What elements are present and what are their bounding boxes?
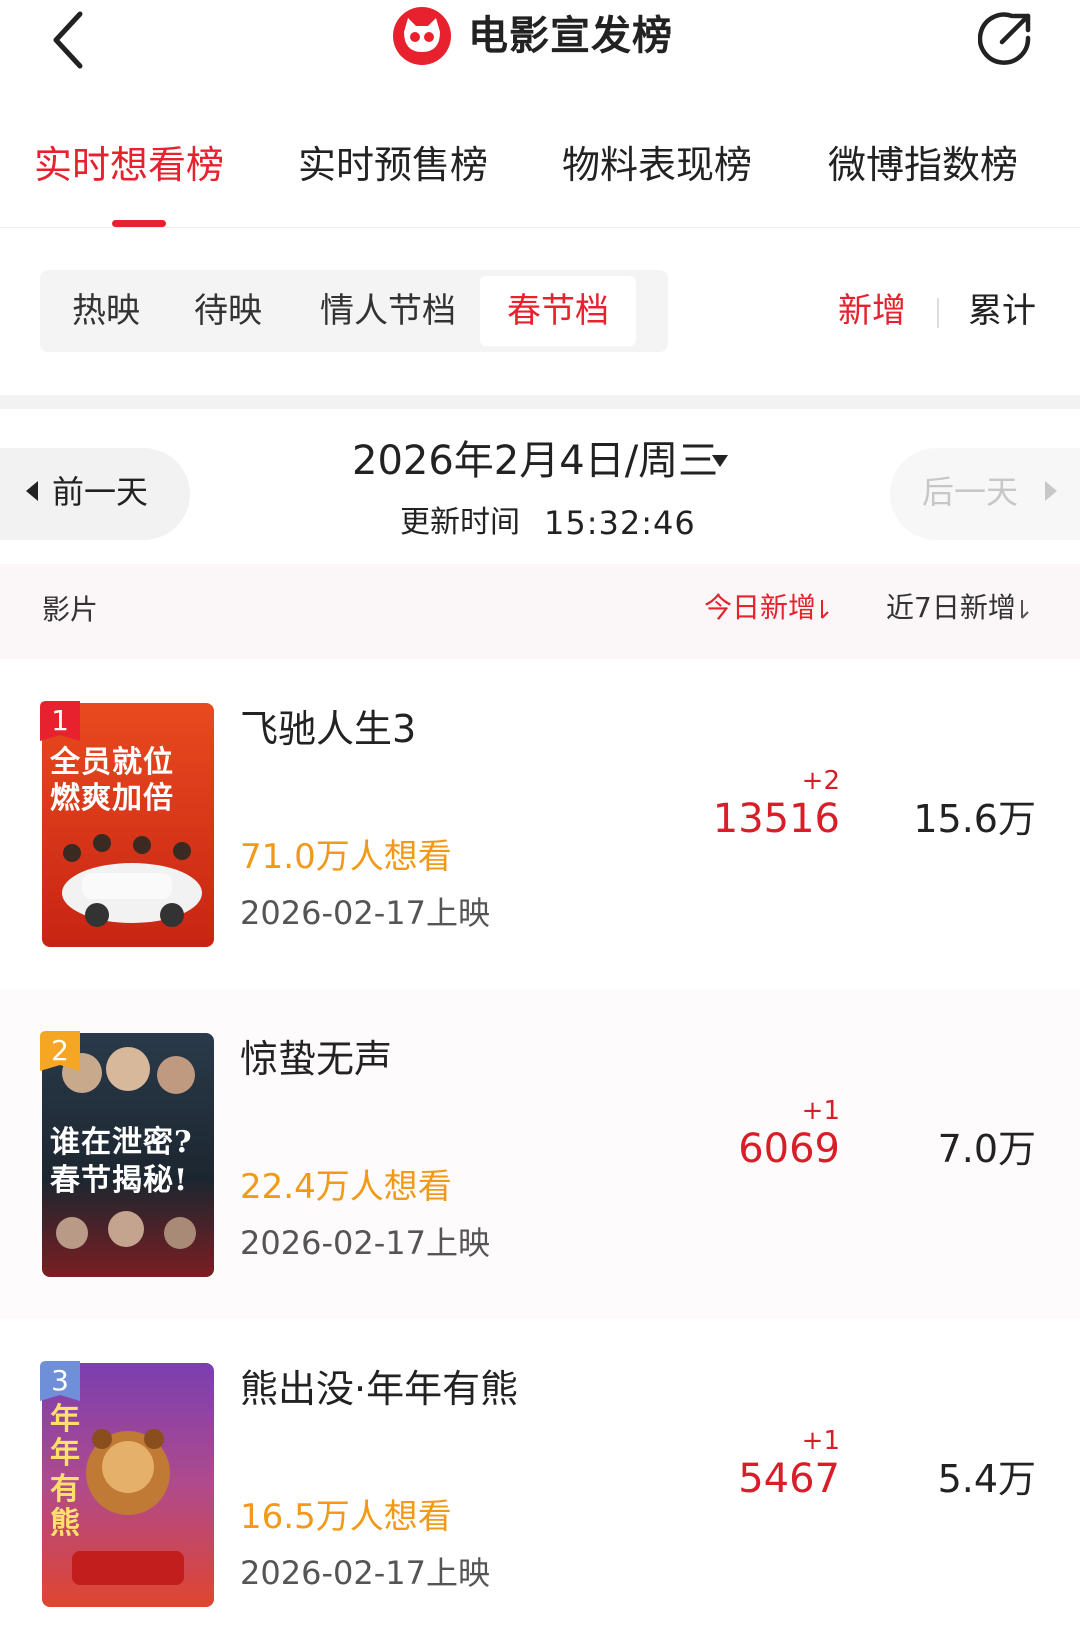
share-icon[interactable]	[978, 8, 1036, 66]
triangle-left-icon	[26, 481, 38, 501]
movie-row[interactable]: 年年 有熊 3 熊出没·年年有熊 16.5万人想看 2026-02-17上映 +…	[0, 1319, 1080, 1649]
tab-material-performance[interactable]: 物料表现榜	[562, 140, 752, 190]
today-new-value: 5467	[738, 1456, 840, 1502]
period-segmented-control: 热映 待映 情人节档 春节档	[40, 270, 668, 352]
rank-number: 3	[51, 1364, 69, 1397]
release-date: 2026-02-17上映	[240, 1224, 490, 1262]
toggle-cumulative[interactable]: 累计	[968, 288, 1036, 334]
active-tab-indicator	[112, 220, 166, 227]
segment-spring-festival[interactable]: 春节档	[480, 276, 636, 346]
column-film: 影片	[42, 593, 99, 626]
poster-tagline: 春节揭秘!	[50, 1163, 189, 1198]
next-day-label: 后一天	[922, 473, 1019, 511]
triangle-right-icon	[1045, 481, 1057, 501]
column-week-new[interactable]: 近7日新增	[886, 588, 1030, 628]
update-time-label: 更新时间	[400, 505, 520, 540]
ranking-tabs: 实时想看榜 实时预售榜 物料表现榜 微博指数榜	[0, 92, 1080, 228]
prev-day-label[interactable]: 前一天	[52, 469, 148, 515]
toggle-new[interactable]: 新增	[838, 288, 906, 334]
week-new-value: 15.6万	[913, 797, 1036, 841]
movie-row[interactable]: 谁在泄密? 春节揭秘! 2 惊蛰无声 22.4万人想看 2026-02-17上映…	[0, 989, 1080, 1319]
column-week-label: 近7日新增	[886, 591, 1016, 624]
poster-tagline: 燃爽加倍	[50, 781, 174, 816]
rank-number: 1	[51, 704, 69, 737]
release-date: 2026-02-17上映	[240, 894, 490, 932]
top-bar: 电影宣发榜	[0, 0, 1080, 92]
date-selector[interactable]: 2026年2月4日/周三	[352, 433, 718, 489]
tab-weibo-index[interactable]: 微博指数榜	[828, 140, 1018, 190]
poster-art	[62, 834, 202, 927]
release-date: 2026-02-17上映	[240, 1554, 490, 1592]
section-divider	[0, 395, 1080, 409]
column-today-label: 今日新增	[704, 591, 817, 624]
want-to-see-count: 71.0万人想看	[240, 837, 452, 877]
movie-row[interactable]: 全员就位 燃爽加倍 1 飞驰人生3 71.0万人想看 2026-02-17上映 …	[0, 659, 1080, 989]
segment-now-showing[interactable]: 热映	[52, 270, 160, 352]
poster-tagline: 有熊	[50, 1472, 81, 1541]
toggle-divider	[937, 298, 939, 328]
want-to-see-count: 16.5万人想看	[240, 1497, 452, 1537]
poster-tagline: 全员就位	[50, 745, 174, 780]
segment-valentines[interactable]: 情人节档	[304, 270, 472, 352]
update-time-value: 15:32:46	[544, 504, 696, 542]
segment-upcoming[interactable]: 待映	[174, 270, 282, 352]
movie-title[interactable]: 熊出没·年年有熊	[240, 1361, 518, 1417]
today-new-value: 13516	[712, 796, 840, 842]
date-navigator: 前一天 2026年2月4日/周三 更新时间 15:32:46 后一天	[0, 409, 1080, 564]
filter-bar: 热映 待映 情人节档 春节档 新增 累计	[0, 228, 1080, 395]
cat-eye-logo	[393, 7, 451, 65]
list-column-header: 影片 今日新增 近7日新增	[0, 564, 1080, 659]
poster-tagline: 年年	[50, 1402, 81, 1471]
chevron-left-icon[interactable]	[48, 6, 88, 76]
movie-title[interactable]: 惊蛰无声	[240, 1031, 392, 1087]
caret-down-icon[interactable]	[710, 453, 730, 469]
column-today-new[interactable]: 今日新增	[704, 588, 830, 628]
poster-art	[56, 1211, 196, 1249]
week-new-value: 7.0万	[937, 1127, 1036, 1171]
sort-desc-icon	[1020, 600, 1029, 619]
rank-number: 2	[51, 1034, 69, 1067]
page-title: 电影宣发榜	[468, 13, 673, 59]
sort-desc-icon	[821, 600, 829, 619]
movie-title[interactable]: 飞驰人生3	[240, 701, 416, 757]
want-to-see-count: 22.4万人想看	[240, 1167, 452, 1207]
today-new-value: 6069	[738, 1126, 840, 1172]
poster-tagline: 谁在泄密?	[50, 1125, 193, 1160]
week-new-value: 5.4万	[937, 1457, 1036, 1501]
tab-realtime-presale[interactable]: 实时预售榜	[298, 140, 488, 190]
tab-realtime-want[interactable]: 实时想看榜	[34, 140, 224, 190]
